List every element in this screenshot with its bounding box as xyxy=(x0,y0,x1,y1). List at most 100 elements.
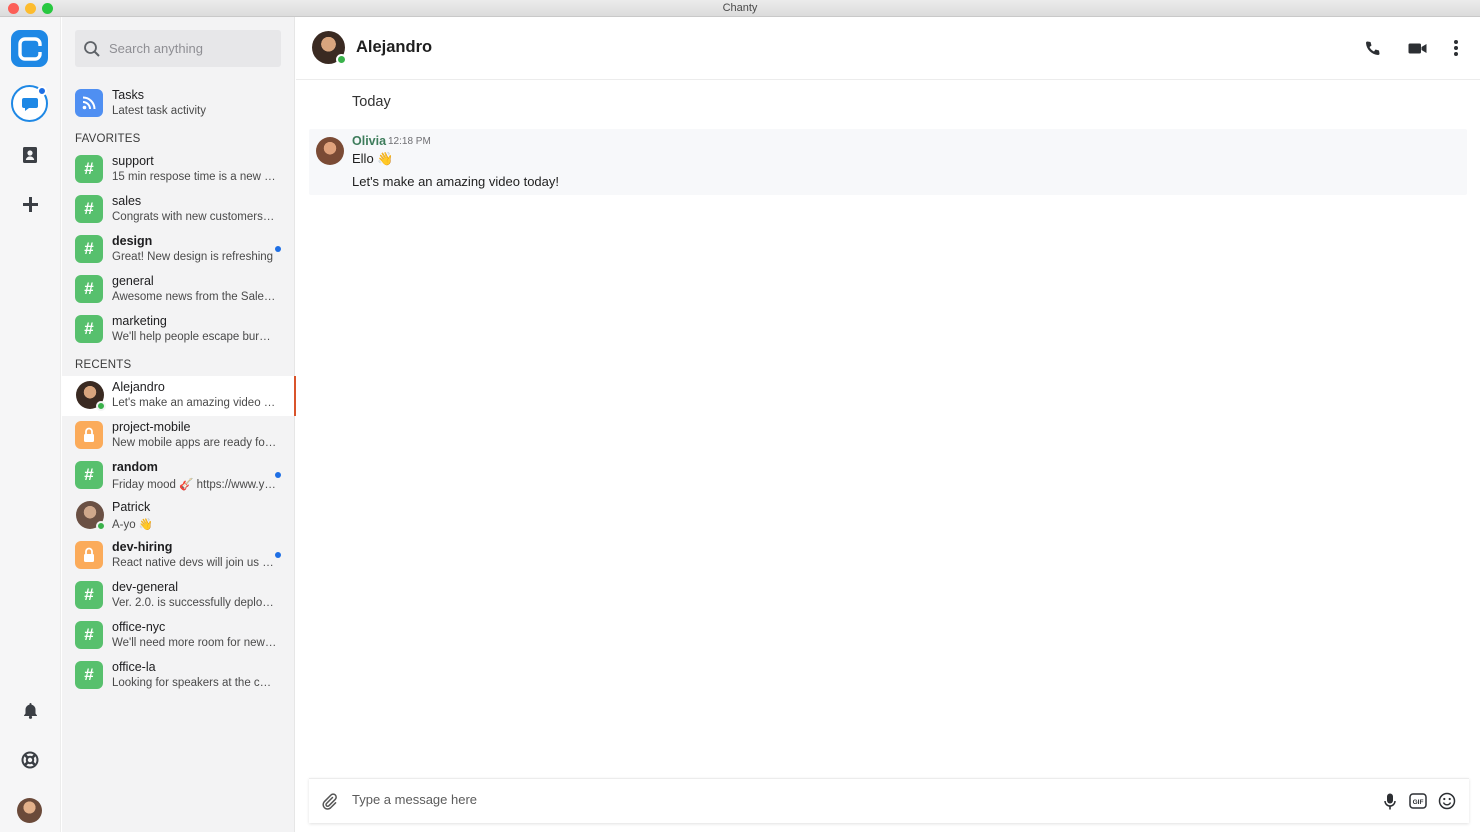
sidebar-item-preview: New mobile apps are ready for testing xyxy=(112,437,277,449)
plus-icon xyxy=(22,196,38,212)
unread-indicator xyxy=(37,86,47,96)
sidebar-item-dev-general[interactable]: # dev-general Ver. 2.0. is successfully de… xyxy=(62,576,295,616)
sidebar-item-label: random xyxy=(112,460,158,474)
sidebar-item-label: general xyxy=(112,274,154,288)
contacts-book-icon xyxy=(23,147,37,163)
message-author[interactable]: Olivia xyxy=(352,134,386,148)
avatar xyxy=(76,501,106,531)
sidebar-item-dev-hiring[interactable]: dev-hiring React native devs will join us… xyxy=(62,536,295,576)
recents-heading: RECENTS xyxy=(75,359,132,371)
sidebar-item-preview: Friday mood 🎸 https://www.youtube.com xyxy=(112,479,277,491)
lifebuoy-icon xyxy=(21,751,39,769)
day-separator: Today xyxy=(352,94,391,110)
sidebar-item-label: design xyxy=(112,234,153,248)
unread-dot xyxy=(275,246,281,252)
lock-icon xyxy=(75,541,103,569)
message-timestamp: 12:18 PM xyxy=(388,136,431,147)
sidebar-item-marketing[interactable]: # marketing We'll help people escape burno… xyxy=(62,310,295,350)
sidebar-item-sales[interactable]: # sales Congrats with new customers onboar… xyxy=(62,190,295,230)
sidebar-item-preview: Ver. 2.0. is successfully deployed xyxy=(112,597,277,609)
message-text: Ello 👋 xyxy=(352,151,394,166)
sidebar-item-preview: Awesome news from the Sales team xyxy=(112,291,277,303)
profile-avatar[interactable] xyxy=(17,798,42,823)
sidebar-item-label: Tasks xyxy=(112,88,144,102)
paperclip-icon[interactable] xyxy=(319,791,339,811)
online-status-dot xyxy=(336,54,347,65)
sidebar-item-preview: React native devs will join us soon xyxy=(112,557,277,569)
sidebar-item-design[interactable]: # design Great! New design is refreshing xyxy=(62,230,295,270)
window-titlebar: Chanty xyxy=(0,0,1480,17)
sidebar-item-alejandro[interactable]: Alejandro Let's make an amazing video tod… xyxy=(62,376,296,416)
search-icon xyxy=(84,40,100,57)
sidebar-item-support[interactable]: # support 15 min respose time is a new sta… xyxy=(62,150,295,190)
sidebar-item-project-mobile[interactable]: project-mobile New mobile apps are ready … xyxy=(62,416,295,456)
gif-icon[interactable]: GIF xyxy=(1408,791,1428,811)
microphone-icon[interactable] xyxy=(1380,791,1400,811)
sidebar-item-label: support xyxy=(112,154,154,168)
sidebar-item-preview: A-yo 👋 xyxy=(112,519,154,531)
hashtag-icon: # xyxy=(75,461,103,489)
sidebar-item-general[interactable]: # general Awesome news from the Sales team xyxy=(62,270,295,310)
online-status-dot xyxy=(96,401,106,411)
window-title: Chanty xyxy=(722,2,758,14)
conversations-button[interactable] xyxy=(11,85,48,122)
hashtag-icon: # xyxy=(75,155,103,183)
sidebar-item-preview: Congrats with new customers onboarded xyxy=(112,211,277,223)
sidebar-item-preview: We'll help people escape burnout xyxy=(112,331,277,343)
sidebar-item-preview: Great! New design is refreshing xyxy=(112,251,274,263)
sidebar-item-label: marketing xyxy=(112,314,167,328)
avatar xyxy=(76,381,106,411)
lock-icon xyxy=(75,421,103,449)
search-box[interactable] xyxy=(75,30,281,67)
contact-avatar[interactable] xyxy=(312,31,347,65)
conversation-pane: Alejandro Today Olivia 12:18 PM Ello 👋 L… xyxy=(296,17,1480,832)
sidebar-item-label: sales xyxy=(112,194,142,208)
bell-icon xyxy=(23,702,37,719)
hashtag-icon: # xyxy=(75,235,103,263)
favorites-heading: FAVORITES xyxy=(75,133,141,145)
contacts-button[interactable] xyxy=(11,136,49,174)
online-status-dot xyxy=(96,521,106,531)
unread-dot xyxy=(275,472,281,478)
sidebar-item-preview: We'll need more room for new hires xyxy=(112,637,277,649)
conversation-sidebar: Tasks Latest task activity FAVORITES # su… xyxy=(62,17,296,832)
help-button[interactable] xyxy=(11,741,49,779)
sidebar-item-tasks[interactable]: Tasks Latest task activity xyxy=(62,84,295,124)
message-author-avatar[interactable] xyxy=(316,137,344,165)
more-vertical-icon[interactable] xyxy=(1445,37,1467,59)
sidebar-item-label: dev-general xyxy=(112,580,179,594)
sidebar-item-label: dev-hiring xyxy=(112,540,173,554)
conversation-header: Alejandro xyxy=(296,17,1480,80)
video-camera-icon[interactable] xyxy=(1406,37,1428,59)
sidebar-item-random[interactable]: # random Friday mood 🎸 https://www.youtube… xyxy=(62,456,295,496)
phone-icon[interactable] xyxy=(1361,37,1383,59)
sidebar-item-preview: Let's make an amazing video today! xyxy=(112,397,277,409)
hashtag-icon: # xyxy=(75,661,103,689)
sidebar-item-office-nyc[interactable]: # office-nyc We'll need more room for new … xyxy=(62,616,295,656)
sidebar-item-label: project-mobile xyxy=(112,420,191,434)
sidebar-item-patrick[interactable]: Patrick A-yo 👋 xyxy=(62,496,295,536)
hashtag-icon: # xyxy=(75,315,103,343)
hashtag-icon: # xyxy=(75,581,103,609)
chanty-logo-icon[interactable] xyxy=(11,30,48,67)
sidebar-item-preview: Latest task activity xyxy=(112,105,206,117)
search-input[interactable] xyxy=(109,41,269,56)
sidebar-item-preview: 15 min respose time is a new standard xyxy=(112,171,277,183)
sidebar-item-preview: Looking for speakers at the conference xyxy=(112,677,277,689)
hashtag-icon: # xyxy=(75,195,103,223)
sidebar-item-label: office-la xyxy=(112,660,156,674)
add-button[interactable] xyxy=(11,185,49,223)
message-composer: GIF xyxy=(309,778,1469,823)
sidebar-item-office-la[interactable]: # office-la Looking for speakers at the co… xyxy=(62,656,295,696)
message-input[interactable] xyxy=(352,792,1332,807)
conversation-title: Alejandro xyxy=(356,38,433,56)
sidebar-item-label: Alejandro xyxy=(112,380,165,394)
hashtag-icon: # xyxy=(75,621,103,649)
message-text: Let's make an amazing video today! xyxy=(352,174,559,189)
unread-dot xyxy=(275,552,281,558)
emoji-icon[interactable] xyxy=(1437,791,1457,811)
app-rail xyxy=(0,17,61,832)
hashtag-icon: # xyxy=(75,275,103,303)
notifications-button[interactable] xyxy=(11,691,49,729)
sidebar-item-label: Patrick xyxy=(112,500,151,514)
